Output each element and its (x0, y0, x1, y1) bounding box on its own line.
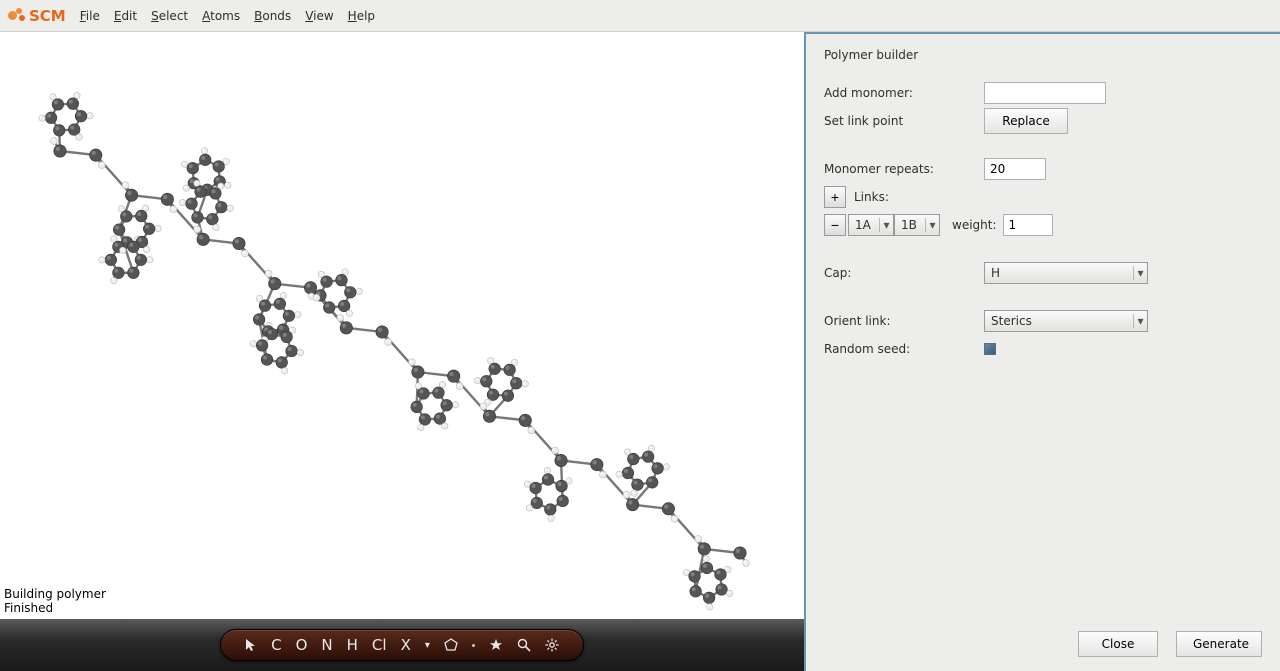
add-monomer-input[interactable] (984, 82, 1106, 104)
element-cl[interactable]: Cl (372, 636, 387, 654)
app-logo: SCM (8, 7, 66, 25)
add-link-button[interactable]: + (824, 186, 846, 208)
menu-view[interactable]: View (305, 9, 333, 23)
chevron-down-icon[interactable]: ▾ (425, 640, 430, 651)
menu-file[interactable]: File (80, 9, 100, 23)
bottom-toolbar: C O N H Cl X ▾ (0, 619, 804, 671)
random-seed-label: Random seed: (824, 342, 984, 356)
menubar: SCM File Edit Select Atoms Bonds View He… (0, 0, 1280, 32)
structure-tool-icon[interactable] (444, 638, 458, 652)
chevron-down-icon: ▾ (1133, 314, 1147, 328)
element-c[interactable]: C (271, 636, 281, 654)
status-line-2: Finished (4, 601, 106, 615)
link-a-select[interactable]: 1A▾ (848, 214, 894, 236)
chevron-down-icon: ▾ (879, 218, 893, 232)
close-button[interactable]: Close (1078, 631, 1158, 657)
set-link-label: Set link point (824, 114, 984, 128)
replace-button[interactable]: Replace (984, 108, 1068, 134)
orient-link-select[interactable]: Sterics▾ (984, 310, 1148, 332)
panel-title: Polymer builder (824, 48, 1262, 62)
remove-link-button[interactable]: − (824, 214, 846, 236)
polymer-builder-panel: Polymer builder Add monomer: Set link po… (804, 32, 1280, 671)
weight-input[interactable] (1003, 214, 1053, 236)
menu-help[interactable]: Help (348, 9, 375, 23)
element-x[interactable]: X (401, 636, 411, 654)
random-seed-checkbox[interactable] (984, 343, 996, 355)
chevron-down-icon: ▾ (1133, 266, 1147, 280)
pointer-tool-icon[interactable] (245, 638, 257, 652)
element-toolbar: C O N H Cl X ▾ (220, 629, 584, 661)
menu-edit[interactable]: Edit (114, 9, 137, 23)
orient-link-label: Orient link: (824, 314, 984, 328)
status-line-1: Building polymer (4, 587, 106, 601)
weight-label: weight: (952, 218, 997, 232)
generate-button[interactable]: Generate (1176, 631, 1262, 657)
element-n[interactable]: N (321, 636, 332, 654)
menu-bonds[interactable]: Bonds (254, 9, 291, 23)
molecule-rendering (0, 32, 804, 619)
logo-icon (8, 8, 26, 23)
search-tool-icon[interactable] (517, 638, 531, 652)
repeats-input[interactable] (984, 158, 1046, 180)
separator-icon (472, 644, 475, 647)
app-name: SCM (29, 7, 66, 25)
settings-tool-icon[interactable] (545, 638, 559, 652)
status-text: Building polymer Finished (4, 587, 106, 615)
menu-atoms[interactable]: Atoms (202, 9, 240, 23)
chevron-down-icon: ▾ (925, 218, 939, 232)
menu-select[interactable]: Select (151, 9, 188, 23)
cap-select[interactable]: H▾ (984, 262, 1148, 284)
add-monomer-label: Add monomer: (824, 86, 984, 100)
element-h[interactable]: H (347, 636, 358, 654)
links-label: Links: (854, 190, 889, 204)
molecule-viewport[interactable]: Building polymer Finished (0, 32, 804, 619)
link-b-select[interactable]: 1B▾ (894, 214, 940, 236)
element-o[interactable]: O (296, 636, 308, 654)
cap-label: Cap: (824, 266, 984, 280)
star-tool-icon[interactable] (489, 638, 503, 652)
repeats-label: Monomer repeats: (824, 162, 984, 176)
